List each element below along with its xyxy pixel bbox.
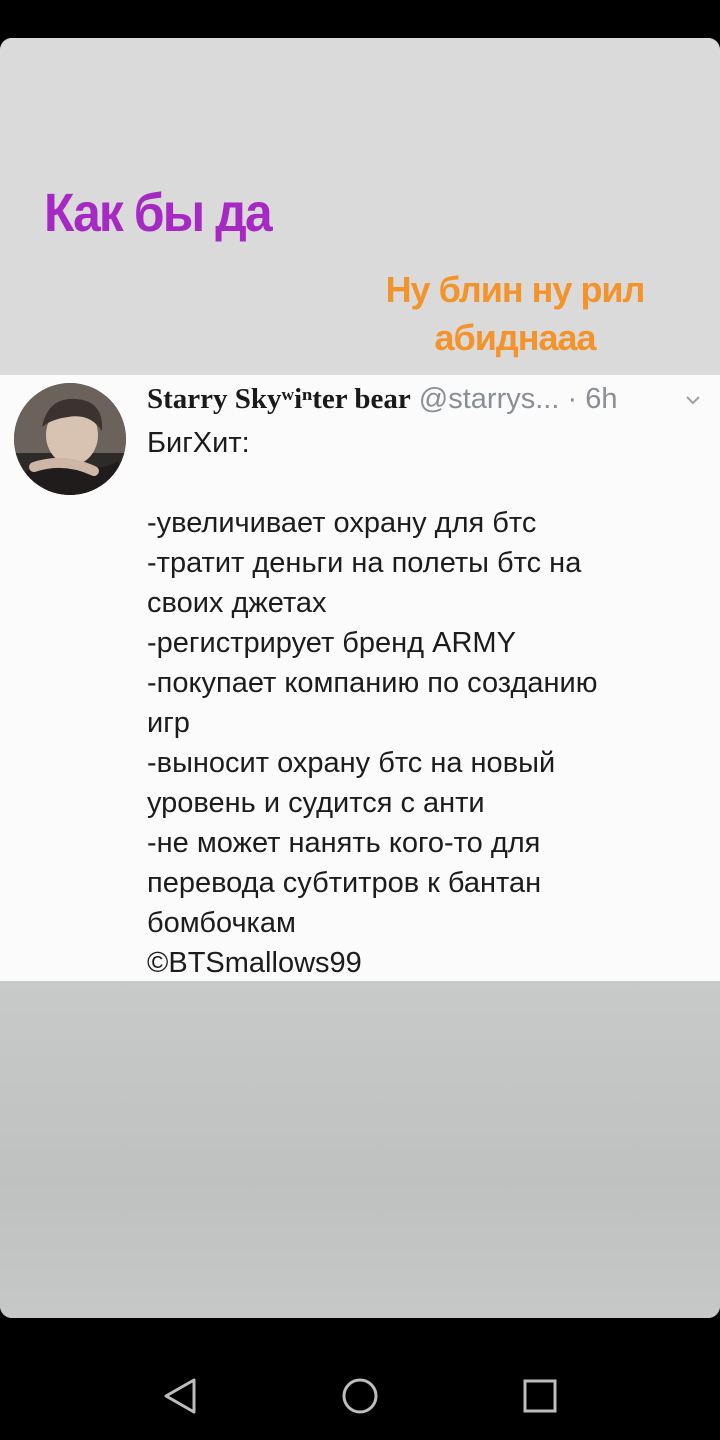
story-caption-orange: Ну блин ну рил абиднааа (385, 269, 646, 358)
tweet-screenshot: Starry Skyʷiⁿter bear @starrys... · 6h Б… (0, 375, 720, 981)
home-circle-icon[interactable] (338, 1374, 382, 1418)
chevron-down-icon[interactable] (686, 393, 700, 407)
tweet-line (147, 463, 707, 503)
story-caption-purple: Как бы да (44, 183, 273, 243)
story-top-area: Как бы да Ну блин ну рил абиднааа (0, 38, 720, 374)
recents-square-icon[interactable] (518, 1374, 562, 1418)
tweet-line: игр (147, 707, 190, 739)
tweet-text: БигХит: -увеличивает охрану для бтс -тра… (147, 423, 707, 983)
tweet-line: -выносит охрану бтс на новый (147, 747, 556, 779)
tweet-line: своих джетах (147, 587, 327, 619)
tweet-time: 6h (585, 383, 618, 415)
tweet-line: перевода субтитров к бантан (147, 867, 542, 899)
tweet-line: бомбочкам (147, 907, 296, 939)
tweet-display-name[interactable]: Starry Skyʷiⁿter bear (147, 383, 411, 415)
tweet-line: БигХит: (147, 427, 250, 459)
android-nav-bar (0, 1318, 720, 1440)
tweet-handle[interactable]: @starrys... (419, 383, 560, 415)
tweet-line: -регистрирует бренд ARMY (147, 627, 516, 659)
story-bottom-area (0, 981, 720, 1318)
tweet-line: -тратит деньги на полеты бтс на (147, 547, 582, 579)
tweet-line: -покупает компанию по созданию (147, 667, 598, 699)
story-card: Как бы да Ну блин ну рил абиднааа Starry… (0, 38, 720, 1318)
tweet-line: -увеличивает охрану для бтс (147, 507, 537, 539)
tweet-line: ©BTSmallows99 (147, 947, 362, 979)
avatar (14, 383, 126, 495)
tweet-line: -не может нанять кого-то для (147, 827, 541, 859)
tweet-separator: · (567, 383, 578, 415)
tweet-line: уровень и судится с анти (147, 787, 485, 819)
back-triangle-icon[interactable] (158, 1374, 202, 1418)
tweet-header: Starry Skyʷiⁿter bear @starrys... · 6h (147, 380, 617, 418)
